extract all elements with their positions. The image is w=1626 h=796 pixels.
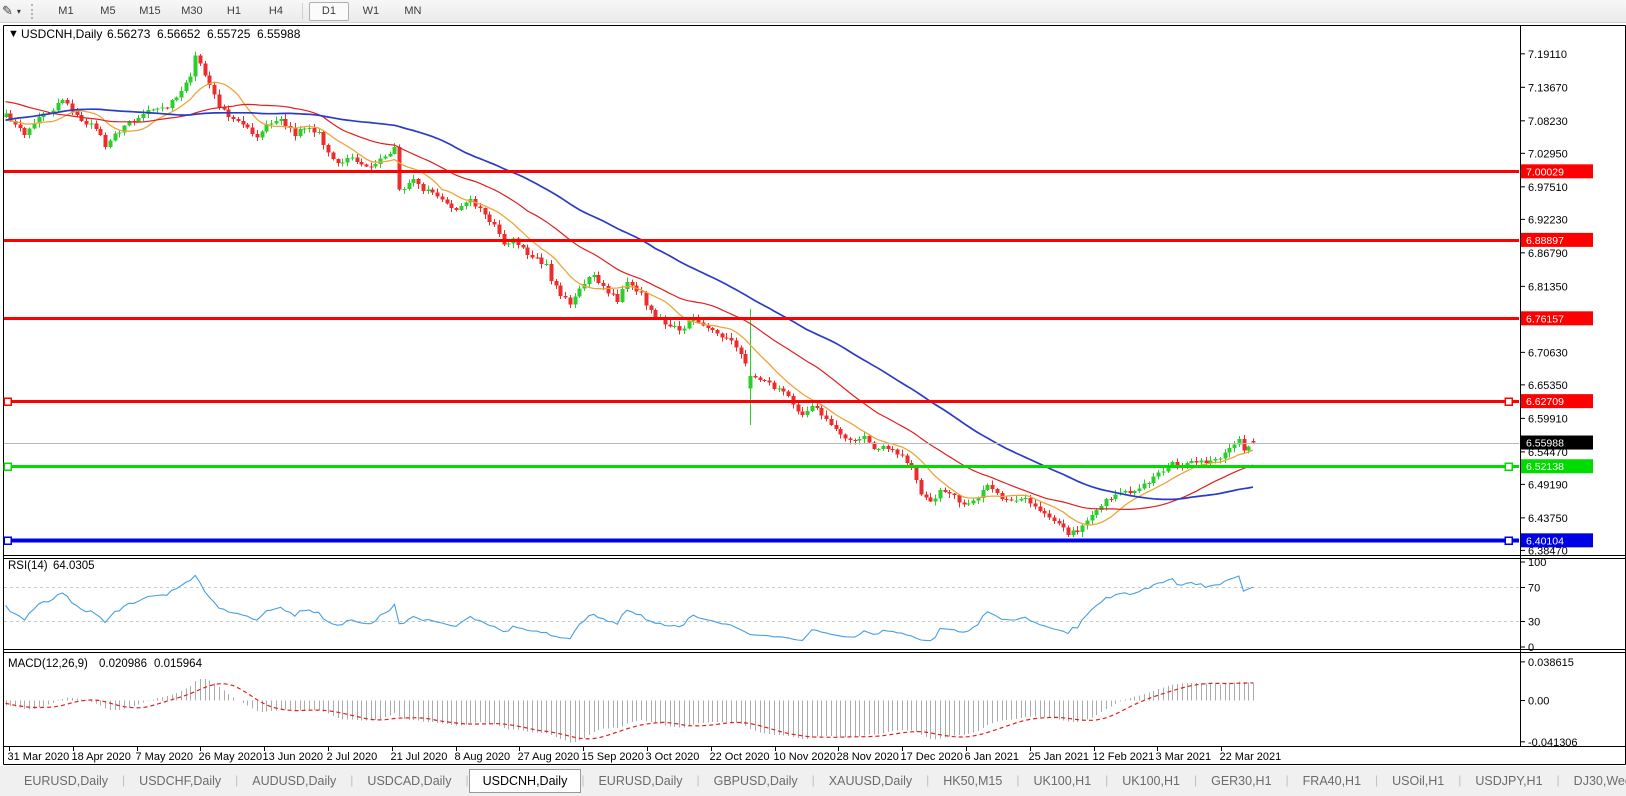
symbol-tab-usdchf-1[interactable]: USDCHF,Daily — [125, 769, 235, 793]
date-axis-label: 3 Oct 2020 — [646, 751, 700, 763]
hline-price-label: 6.76157 — [1526, 313, 1564, 325]
macd-axis-tick: 0.038615 — [1528, 657, 1574, 669]
hline-price-label: 6.52138 — [1526, 461, 1564, 473]
price-axis-tick: 6.81350 — [1528, 281, 1568, 293]
bid-price-label: 6.55988 — [1526, 438, 1564, 450]
hline-handle[interactable] — [1505, 537, 1512, 544]
price-axis-tick: 6.59910 — [1528, 413, 1568, 425]
price-axis-tick: 7.19110 — [1528, 49, 1567, 61]
date-axis-label: 21 Jul 2020 — [391, 751, 448, 763]
hline-handle[interactable] — [1505, 398, 1512, 405]
date-axis-label: 13 Jun 2020 — [263, 751, 324, 763]
macd-axis-tick: -0.041306 — [1528, 737, 1578, 749]
date-axis-label: 22 Mar 2021 — [1220, 751, 1282, 763]
date-axis-label: 10 Nov 2020 — [774, 751, 836, 763]
symbol-tab-ger30-11[interactable]: GER30,H1 — [1197, 769, 1285, 793]
hline-price-label: 6.40104 — [1526, 535, 1564, 547]
date-axis-label: 8 Aug 2020 — [455, 751, 511, 763]
macd-axis-tick: 0.00 — [1528, 696, 1549, 708]
price-axis-tick: 7.02950 — [1528, 148, 1568, 160]
date-axis-label: 15 Sep 2020 — [582, 751, 644, 763]
date-axis-label: 6 Jan 2021 — [965, 751, 1019, 763]
ohlc-open-value: 6.56273 — [107, 27, 151, 41]
symbol-tab-uk100-10[interactable]: UK100,H1 — [1108, 769, 1194, 793]
date-axis-label: 27 Aug 2020 — [518, 751, 580, 763]
symbol-tab-usdjpy-14[interactable]: USDJPY,H1 — [1461, 769, 1556, 793]
rsi-axis-tick: 100 — [1528, 557, 1546, 569]
macd-indicator-value: 0.020986 — [99, 658, 147, 670]
date-axis[interactable]: 31 Mar 202018 Apr 2020 7 May 2020 26 May 2… — [4, 747, 1519, 765]
macd-histogram — [7, 679, 1254, 742]
chart-symbol-label: USDCNH,Daily — [21, 27, 102, 41]
rsi-axis-tick: 70 — [1528, 583, 1540, 595]
symbol-tab-bar: EURUSD,Daily|USDCHF,Daily|AUDUSD,Daily|U… — [0, 766, 1626, 796]
date-axis-label: 28 Nov 2020 — [837, 751, 899, 763]
hline-handle[interactable] — [1505, 463, 1512, 470]
rsi-axis-tick: 0 — [1528, 642, 1534, 654]
trading-platform-window: ✎ ▾ M1M5M15M30H1H4D1W1MN 7.191107.136707… — [0, 0, 1626, 796]
date-axis-label: 18 Apr 2020 — [72, 751, 131, 763]
rsi-panel — [4, 575, 1519, 640]
symbol-tab-usdcad-3[interactable]: USDCAD,Daily — [353, 769, 465, 793]
rsi-indicator-label: RSI(14) — [8, 560, 48, 572]
price-axis-tick: 6.49190 — [1528, 479, 1568, 491]
price-axis-tick: 6.65350 — [1528, 380, 1568, 392]
date-axis-label: 3 Mar 2021 — [1156, 751, 1212, 763]
symbol-tab-usoil-13[interactable]: USOil,H1 — [1378, 769, 1458, 793]
chart-svg: 7.19110 7.13670 7.08230 7.02950 6.97510 6.922… — [0, 0, 1626, 796]
rsi-line — [6, 575, 1254, 640]
rsi-indicator-value: 64.0305 — [53, 560, 95, 572]
symbol-tabs: EURUSD,Daily|USDCHF,Daily|AUDUSD,Daily|U… — [10, 766, 1626, 793]
macd-signal-line — [6, 683, 1254, 739]
macd-label-group: MACD(12,26,9) 0.020986 0.015964 — [8, 658, 203, 670]
date-axis-label: 22 Oct 2020 — [710, 751, 770, 763]
price-axis-tick: 7.13670 — [1528, 82, 1568, 94]
price-axis-tick: 6.97510 — [1528, 182, 1568, 194]
date-axis-label: 2 Jul 2020 — [327, 751, 378, 763]
hline-handle[interactable] — [4, 463, 11, 470]
symbol-tab-eurusd-5[interactable]: EURUSD,Daily — [584, 769, 696, 793]
price-axis-tick: 6.92230 — [1528, 214, 1568, 226]
hline-price-label: 6.62709 — [1526, 396, 1564, 408]
hline-price-label: 7.00029 — [1526, 166, 1564, 178]
rsi-axis-tick: 30 — [1528, 617, 1540, 629]
symbol-tab-xauusd-7[interactable]: XAUUSD,Daily — [815, 769, 926, 793]
collapse-arrow-icon[interactable]: ▼ — [8, 28, 19, 40]
symbol-tab-dj30-15[interactable]: DJ30,Weekly — [1560, 769, 1626, 793]
hline-handle[interactable] — [4, 398, 11, 405]
date-axis-label: 31 Mar 2020 — [8, 751, 70, 763]
price-axis-tick: 7.08230 — [1528, 116, 1568, 128]
rsi-label-group: RSI(14) 64.0305 — [8, 560, 95, 572]
macd-panel — [6, 679, 1254, 742]
price-axis-tick: 6.86790 — [1528, 248, 1568, 260]
symbol-tab-gbpusd-6[interactable]: GBPUSD,Daily — [700, 769, 812, 793]
price-axis[interactable]: 7.19110 7.13670 7.08230 7.02950 6.97510 6.922… — [1520, 26, 1626, 749]
ohlc-high-value: 6.56652 — [157, 27, 201, 41]
macd-indicator-label: MACD(12,26,9) — [8, 658, 88, 670]
symbol-tab-eurusd-0[interactable]: EURUSD,Daily — [10, 769, 122, 793]
macd-signal-value: 0.015964 — [154, 658, 203, 670]
hline-price-label: 6.88897 — [1526, 235, 1564, 247]
hline-handle[interactable] — [4, 537, 11, 544]
symbol-tab-uk100-9[interactable]: UK100,H1 — [1019, 769, 1105, 793]
price-axis-tick: 6.43750 — [1528, 513, 1568, 525]
symbol-tab-hk50-8[interactable]: HK50,M15 — [929, 769, 1016, 793]
symbol-tab-fra40-12[interactable]: FRA40,H1 — [1289, 769, 1375, 793]
price-axis-tick: 6.70630 — [1528, 347, 1568, 359]
ohlc-close-value: 6.55988 — [257, 27, 301, 41]
date-axis-label: 7 May 2020 — [136, 751, 193, 763]
symbol-tab-usdcnh-4[interactable]: USDCNH,Daily — [469, 769, 582, 793]
ohlc-low-value: 6.55725 — [207, 27, 251, 41]
date-axis-label: 17 Dec 2020 — [901, 751, 963, 763]
date-axis-label: 25 Jan 2021 — [1029, 751, 1090, 763]
date-axis-label: 26 May 2020 — [199, 751, 263, 763]
main-price-panel — [4, 26, 1519, 555]
symbol-tab-audusd-2[interactable]: AUDUSD,Daily — [238, 769, 350, 793]
date-axis-label: 12 Feb 2021 — [1093, 751, 1155, 763]
